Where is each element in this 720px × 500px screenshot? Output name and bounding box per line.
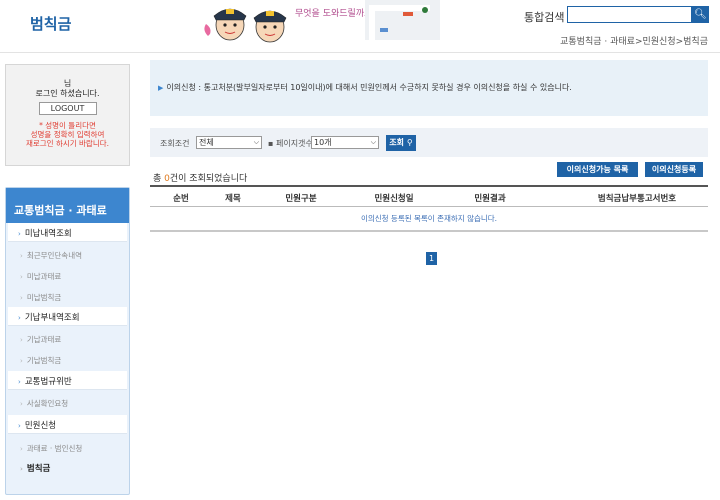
column-header: 민원구분 [285,194,317,204]
condition-select[interactable]: 전체 ⌵ [196,136,262,149]
result-count: 총 0건이 조회되었습니다 [153,171,247,184]
login-message: 님 로그인 하셨습니다. [6,79,129,99]
sidebar-item-civil-request[interactable]: › 민원신청 [8,415,127,434]
warning-line: 재로그인 하시기 바랍니다. [25,139,110,148]
sidebar-item-unpaid-penalty[interactable]: › 미납범칙금 [8,292,127,306]
chevron-right-icon: › [20,273,23,281]
chevron-right-icon: › [20,294,23,302]
page-title: 범칙금 [30,15,72,33]
notice-message: 이의신청 : 통고처분(발부일자로부터 10일이내)에 대해서 민원인께서 수긍… [166,83,572,92]
search-input[interactable] [567,6,692,23]
police-mascot-right [253,10,287,43]
sidebar-item-label: 범칙금 [26,464,51,474]
page-size-select[interactable]: 10개 ⌵ [311,136,379,149]
column-header: 범칙금납부통고서번호 [597,194,677,204]
table-header: 순번 제목 민원구분 민원신청일 민원결과 범칙금납부통고서번호 [150,185,708,207]
result-table: 순번 제목 민원구분 민원신청일 민원결과 범칙금납부통고서번호 이의신청 등록… [150,185,708,232]
page-size-label-text: 페이지갯수 [275,139,313,148]
search-icon: 🔍︎ [694,9,707,20]
chevron-right-icon: › [20,357,23,365]
login-status: 로그인 하셨습니다. [35,89,100,98]
login-warning: * 성명이 틀리다면 성명을 정확히 입력하여 재로그인 하시기 바랍니다. [6,121,129,148]
page-size-value: 10개 [314,138,332,147]
user-suffix: 님 [63,79,72,88]
chevron-right-icon: › [20,252,23,260]
sidebar-item-penalty-active[interactable]: › 범칙금 [8,462,127,476]
header-divider [0,52,720,53]
chevron-right-icon: › [20,445,23,453]
chevron-right-icon: › [18,378,21,386]
sidebar-item-label: 기납범칙금 [26,356,62,365]
police-mascot-left [204,8,247,41]
sidebar: 교통범칙금 · 과태료 › 미납내역조회 › 최근무인단속내역 › 미납과태료 › 미납… [5,187,130,495]
sidebar-title: 교통범칙금 · 과태료 [6,188,129,223]
query-button-label: 조회 [389,138,405,147]
objection-register-button[interactable]: 이의신청등록 [645,162,703,177]
sidebar-item-label: 기납부내역조회 [24,313,80,323]
sidebar-item-label: 과태료 · 범인신청 [26,444,83,453]
sidebar-item-label: 미납과태료 [26,272,62,281]
condition-label: 조회조건 [160,139,190,148]
column-header: 민원결과 [474,194,506,204]
sidebar-item-label: 미납범칙금 [26,293,62,302]
chevron-right-icon: › [20,400,23,408]
objection-available-list-button[interactable]: 이의신청가능 목록 [557,162,638,177]
chevron-right-icon: › [18,422,21,430]
warning-line: * 성명이 틀리다면 [39,121,96,130]
pagination-page-current[interactable]: 1 [426,252,437,265]
sidebar-item-unpaid-inquiry[interactable]: › 미납내역조회 [8,223,127,242]
column-header: 제목 [225,194,241,204]
unified-search-label: 통합검색 [524,11,565,24]
warning-line: 성명을 정확히 입력하여 [30,130,105,139]
header: 범칙금 무엇을 도와드릴까요? 통합검색 🔍︎ 교통범칙금 · 과태료>민원신청… [0,0,720,52]
empty-message: 이의신청 등록된 목록이 존재하지 않습니다. [150,207,708,232]
chevron-right-icon: › [20,336,23,344]
condition-value: 전체 [199,138,214,147]
sidebar-item-paid-fine[interactable]: › 기납과태료 [8,334,127,348]
result-suffix: 건이 조회되었습니다 [169,174,248,184]
search-button[interactable]: 🔍︎ [692,6,709,23]
sidebar-item-fine-request[interactable]: › 과태료 · 범인신청 [8,443,127,457]
sidebar-item-label: 미납내역조회 [24,229,72,239]
chevron-down-icon: ⌵ [370,138,376,146]
triangle-right-icon: ▶ [158,84,164,92]
page-size-label: ▪ 페이지갯수 [268,138,313,149]
column-header: 민원신청일 [374,194,414,204]
search-icon: ⚲ [406,138,413,147]
sidebar-item-unpaid-fine[interactable]: › 미납과태료 [8,271,127,285]
chevron-down-icon: ⌵ [253,138,259,146]
column-header: 순번 [173,194,189,204]
notice-box: ▶ 이의신청 : 통고처분(발부일자로부터 10일이내)에 대해서 민원인께서 수… [150,60,708,116]
sidebar-item-paid-inquiry[interactable]: › 기납부내역조회 [8,307,127,326]
sidebar-item-paid-penalty[interactable]: › 기납범칙금 [8,355,127,369]
chevron-right-icon: › [18,230,21,238]
sidebar-item-traffic-violation[interactable]: › 교통법규위반 [8,371,127,390]
query-button[interactable]: 조회 ⚲ [386,135,416,151]
mascot-banner: 무엇을 도와드릴까요? [204,0,440,43]
sidebar-item-label: 사실확인요청 [26,399,69,408]
query-bar: 조회조건 전체 ⌵ ▪ 페이지갯수 10개 ⌵ 조회 ⚲ [150,128,708,157]
sidebar-item-label: 민원신청 [24,421,57,431]
notice-text: ▶ 이의신청 : 통고처분(발부일자로부터 10일이내)에 대해서 민원인께서 수… [158,82,572,93]
login-box: 님 로그인 하셨습니다. LOGOUT * 성명이 틀리다면 성명을 정확히 입… [5,64,130,166]
bullet-icon: ▪ [268,139,274,148]
sidebar-item-label: 교통법규위반 [24,377,72,387]
result-prefix: 총 [153,174,165,184]
sidebar-item-recent-enforcement[interactable]: › 최근무인단속내역 [8,250,127,264]
logout-button[interactable]: LOGOUT [38,102,97,115]
sidebar-item-label: 기납과태료 [26,335,62,344]
breadcrumb: 교통범칙금 · 과태료>민원신청>범칙금 [560,37,708,47]
chevron-right-icon: › [20,465,23,473]
sidebar-item-label: 최근무인단속내역 [26,251,83,260]
chevron-right-icon: › [18,314,21,322]
sidebar-item-fact-check[interactable]: › 사실확인요청 [8,398,127,412]
